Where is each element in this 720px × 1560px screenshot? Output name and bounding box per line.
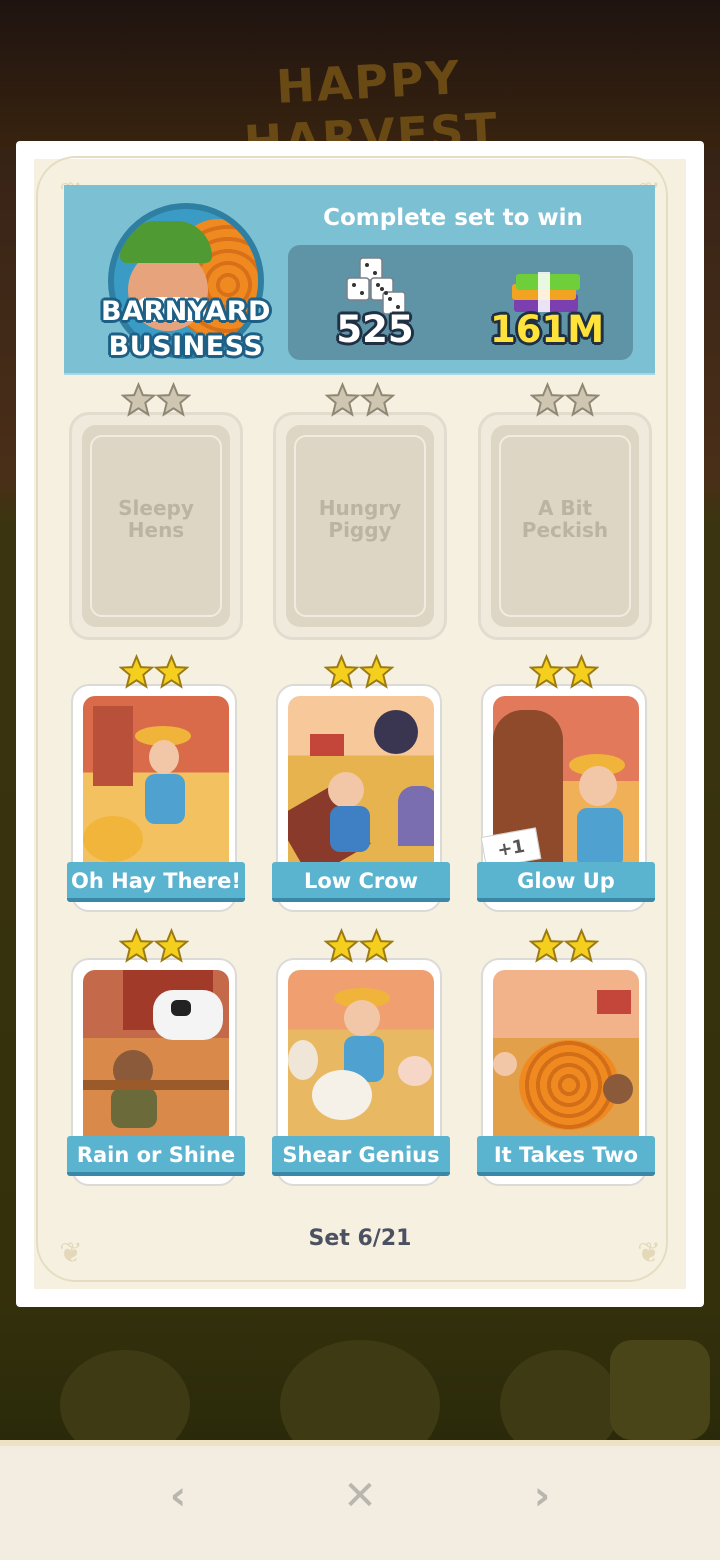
sticker-stars: [324, 928, 394, 964]
star-icon: [325, 382, 360, 417]
set-title-line1: BARNYARD: [101, 296, 271, 327]
background-banner: HAPPY HARVEST: [0, 0, 720, 170]
sticker-artwork-farmer-hay: [83, 696, 229, 866]
sticker-placeholder: A Bit Peckish: [478, 412, 652, 640]
reward-cash-amount: 161M: [490, 308, 605, 351]
sticker-stars: [529, 654, 599, 690]
sticker-card-frame: +1 Glow Up: [477, 684, 655, 912]
sticker-name: Glow Up: [477, 862, 655, 902]
star-icon: [529, 654, 564, 689]
sticker-placeholder: Sleepy Hens: [69, 412, 243, 640]
sticker-name: Sleepy Hens: [118, 496, 194, 542]
sticker-card-oh-hay-there[interactable]: Oh Hay There!: [67, 654, 245, 914]
set-title-line2: BUSINESS: [108, 331, 264, 362]
star-icon: [324, 654, 359, 689]
star-icon: [530, 382, 565, 417]
sticker-name: Low Crow: [272, 862, 450, 902]
sticker-artwork-cows-rain: [83, 970, 229, 1140]
previous-set-button[interactable]: ‹: [148, 1468, 208, 1524]
sticker-stars: [530, 382, 600, 418]
sticker-stars: [324, 654, 394, 690]
header-divider: [64, 373, 655, 375]
sticker-card-rain-or-shine[interactable]: Rain or Shine: [67, 928, 245, 1188]
sticker-card-frame: Low Crow: [272, 684, 450, 912]
sticker-card-frame: It Takes Two: [477, 958, 655, 1186]
sticker-card-low-crow[interactable]: Low Crow: [272, 654, 450, 914]
sticker-card-hungry-piggy[interactable]: Hungry Piggy: [273, 382, 447, 642]
sticker-stars: [529, 928, 599, 964]
sticker-name: Rain or Shine: [67, 1136, 245, 1176]
star-icon: [529, 928, 564, 963]
sticker-stars: [325, 382, 395, 418]
star-icon: [121, 382, 156, 417]
next-set-button[interactable]: ›: [512, 1468, 572, 1524]
sticker-stars: [121, 382, 191, 418]
star-icon: [119, 654, 154, 689]
star-icon: [154, 928, 189, 963]
star-icon: [565, 382, 600, 417]
background-board: [0, 1300, 720, 1470]
sticker-card-it-takes-two[interactable]: It Takes Two: [477, 928, 655, 1188]
corner-leaf-icon: ❦: [637, 1236, 661, 1269]
sticker-card-sleepy-hens[interactable]: Sleepy Hens: [69, 382, 243, 642]
sticker-name: A Bit Peckish: [521, 496, 609, 542]
sticker-name: Hungry Piggy: [318, 496, 402, 542]
sticker-card-frame: Oh Hay There!: [67, 684, 245, 912]
star-icon: [359, 654, 394, 689]
sticker-card-frame: Rain or Shine: [67, 958, 245, 1186]
star-icon: [564, 928, 599, 963]
star-icon: [156, 382, 191, 417]
star-icon: [154, 654, 189, 689]
set-progress-label: Set 6/21: [308, 1226, 412, 1251]
close-button[interactable]: ✕: [330, 1468, 390, 1524]
sticker-artwork-hay-bale: [493, 970, 639, 1140]
star-icon: [359, 928, 394, 963]
sticker-stars: [119, 654, 189, 690]
reward-caption: Complete set to win: [323, 205, 583, 231]
sticker-card-glow-up[interactable]: +1 Glow Up: [477, 654, 655, 914]
sticker-placeholder: Hungry Piggy: [273, 412, 447, 640]
star-icon: [119, 928, 154, 963]
corner-leaf-icon: ❦: [59, 1236, 83, 1269]
sticker-name: Shear Genius: [272, 1136, 450, 1176]
sticker-name: It Takes Two: [477, 1136, 655, 1176]
sticker-stars: [119, 928, 189, 964]
star-icon: [360, 382, 395, 417]
sticker-name: Oh Hay There!: [67, 862, 245, 902]
sticker-card-a-bit-peckish[interactable]: A Bit Peckish: [478, 382, 652, 642]
reward-dice-amount: 525: [336, 308, 414, 351]
sticker-card-shear-genius[interactable]: Shear Genius: [272, 928, 450, 1188]
star-icon: [324, 928, 359, 963]
sticker-card-frame: Shear Genius: [272, 958, 450, 1186]
star-icon: [564, 654, 599, 689]
sticker-artwork-sheep: [288, 970, 434, 1140]
sticker-artwork-crow: [288, 696, 434, 866]
